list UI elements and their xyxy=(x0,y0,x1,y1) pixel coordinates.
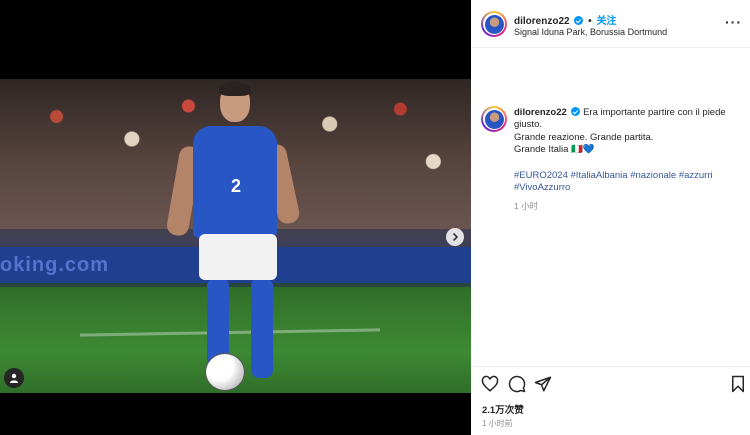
caption-timestamp: 1 小时 xyxy=(514,201,539,212)
more-options-icon[interactable]: ··· xyxy=(725,14,742,30)
post-caption: dilorenzo22 Era importante partire con i… xyxy=(471,48,750,368)
follow-button[interactable]: 关注 xyxy=(596,16,616,27)
header-user-row: dilorenzo22 • 关注 xyxy=(514,12,616,27)
next-image-button[interactable] xyxy=(446,228,464,246)
caption-body: dilorenzo22 Era importante partire con i… xyxy=(514,107,734,213)
jersey-number: 2 xyxy=(231,176,242,196)
hashtag-link[interactable]: #nazionale xyxy=(630,170,676,181)
caption-text-line: Grande reazione. Grande partita. xyxy=(514,131,654,143)
user-tag-icon xyxy=(10,373,18,383)
post-header: dilorenzo22 • 关注 Signal Iduna Park, Boru… xyxy=(471,0,750,48)
post-location[interactable]: Signal Iduna Park, Borussia Dortmund xyxy=(514,27,667,37)
chevron-right-icon xyxy=(452,232,459,242)
post-media: oking.com 2 xyxy=(0,0,471,435)
hashtag-link[interactable]: #ItaliaAlbania xyxy=(571,170,628,181)
football-player: 2 xyxy=(165,82,305,394)
hashtag-link[interactable]: #EURO2024 xyxy=(514,170,568,181)
hashtag-list: #EURO2024 #ItaliaAlbania #nazionale #azz… xyxy=(514,170,734,195)
post-actions-bar xyxy=(471,366,750,400)
tagged-users-button[interactable] xyxy=(4,368,24,388)
comment-icon[interactable] xyxy=(508,375,526,393)
verified-badge-icon xyxy=(574,16,584,25)
caption-text-line: Grande Italia 🇮🇹💙 xyxy=(514,144,595,156)
share-icon[interactable] xyxy=(534,375,552,393)
verified-badge-icon xyxy=(571,107,581,116)
football xyxy=(205,353,245,391)
caption-first-line: dilorenzo22 Era importante partire con i… xyxy=(514,107,734,119)
post-timestamp: 1 小时前 xyxy=(482,419,513,428)
author-avatar[interactable] xyxy=(481,11,507,37)
heart-icon[interactable] xyxy=(481,375,499,393)
bookmark-icon[interactable] xyxy=(729,375,747,393)
caption-text-line: Era importante partire con il piede xyxy=(583,107,726,118)
player-hair xyxy=(219,82,251,96)
caption-author-avatar[interactable] xyxy=(481,106,507,132)
caption-username[interactable]: dilorenzo22 xyxy=(514,107,567,118)
separator-dot: • xyxy=(588,16,592,27)
hashtag-link[interactable]: #azzurri xyxy=(679,170,713,181)
like-count[interactable]: 2.1万次赞 xyxy=(482,402,524,416)
player-leg-right xyxy=(251,278,273,378)
ad-board-text: oking.com xyxy=(0,254,110,276)
player-shorts xyxy=(199,234,277,280)
author-username[interactable]: dilorenzo22 xyxy=(514,16,570,27)
caption-text-line: giusto. xyxy=(514,119,542,131)
hashtag-link[interactable]: #VivoAzzurro xyxy=(514,182,570,193)
post-sidebar: dilorenzo22 • 关注 Signal Iduna Park, Boru… xyxy=(471,0,750,435)
